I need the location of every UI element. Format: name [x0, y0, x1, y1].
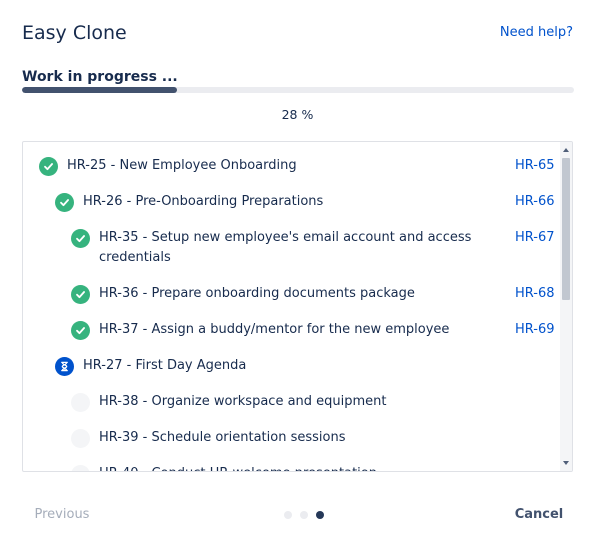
step-dot	[284, 511, 292, 519]
task-row: HR-38 - Organize workspace and equipment	[23, 384, 563, 420]
task-label: HR-27 - First Day Agenda	[83, 358, 247, 373]
task-list-content: HR-25 - New Employee Onboarding HR-65 HR-2…	[23, 148, 563, 471]
check-circle-icon	[39, 156, 58, 176]
task-label: HR-26 - Pre-Onboarding Preparations	[83, 194, 324, 209]
task-row: HR-35 - Setup new employee's email accou…	[23, 220, 563, 276]
task-label: HR-25 - New Employee Onboarding	[67, 158, 297, 173]
step-dot	[300, 511, 308, 519]
scroll-thumb[interactable]	[562, 158, 570, 300]
empty-circle-icon	[71, 428, 90, 448]
task-list: HR-25 - New Employee Onboarding HR-65 HR-2…	[22, 141, 573, 472]
dialog-footer: Previous Cancel	[22, 503, 574, 527]
step-indicator	[284, 511, 324, 519]
cloned-issue-link[interactable]: HR-69	[515, 320, 555, 340]
task-row: HR-25 - New Employee Onboarding HR-65	[23, 148, 563, 184]
cloned-issue-link[interactable]: HR-68	[515, 284, 555, 304]
empty-circle-icon	[71, 392, 90, 412]
check-circle-icon	[71, 228, 90, 248]
check-circle-icon	[71, 320, 90, 340]
scroll-down-arrow-icon[interactable]	[563, 461, 569, 465]
task-label: HR-35 - Setup new employee's email accou…	[99, 230, 472, 265]
need-help-link[interactable]: Need help?	[500, 24, 573, 42]
cloned-issue-link[interactable]: HR-65	[515, 156, 555, 176]
check-circle-icon	[71, 284, 90, 304]
task-list-scrollbar[interactable]	[560, 142, 572, 471]
task-row: HR-36 - Prepare onboarding documents pac…	[23, 276, 563, 312]
task-row: HR-37 - Assign a buddy/mentor for the ne…	[23, 312, 563, 348]
task-label: HR-37 - Assign a buddy/mentor for the ne…	[99, 322, 450, 337]
progress-bar-fill	[22, 87, 177, 93]
empty-circle-icon	[71, 464, 90, 471]
step-dot	[316, 511, 324, 519]
previous-button[interactable]: Previous	[22, 503, 102, 527]
scroll-up-arrow-icon[interactable]	[563, 148, 569, 152]
task-row: HR-39 - Schedule orientation sessions	[23, 420, 563, 456]
progress-bar	[22, 87, 574, 93]
cloned-issue-link[interactable]: HR-66	[515, 192, 555, 212]
task-label: HR-36 - Prepare onboarding documents pac…	[99, 286, 415, 301]
task-row: HR-27 - First Day Agenda	[23, 348, 563, 384]
task-label: HR-38 - Organize workspace and equipment	[99, 394, 387, 409]
easy-clone-dialog: Easy Clone Need help? Work in progress .…	[0, 0, 595, 552]
cloned-issue-link[interactable]: HR-67	[515, 228, 555, 248]
task-label: HR-39 - Schedule orientation sessions	[99, 430, 346, 445]
task-label: HR-40 - Conduct HR welcome presentation	[99, 464, 563, 471]
cancel-button[interactable]: Cancel	[504, 503, 574, 527]
dialog-title: Easy Clone	[22, 22, 127, 44]
progress-percent: 28 %	[281, 107, 314, 122]
task-row: HR-26 - Pre-Onboarding Preparations HR-66	[23, 184, 563, 220]
progress-label: Work in progress ...	[22, 69, 178, 85]
hourglass-icon	[55, 356, 74, 376]
task-row: HR-40 - Conduct HR welcome presentation	[23, 456, 563, 471]
check-circle-icon	[55, 192, 74, 212]
